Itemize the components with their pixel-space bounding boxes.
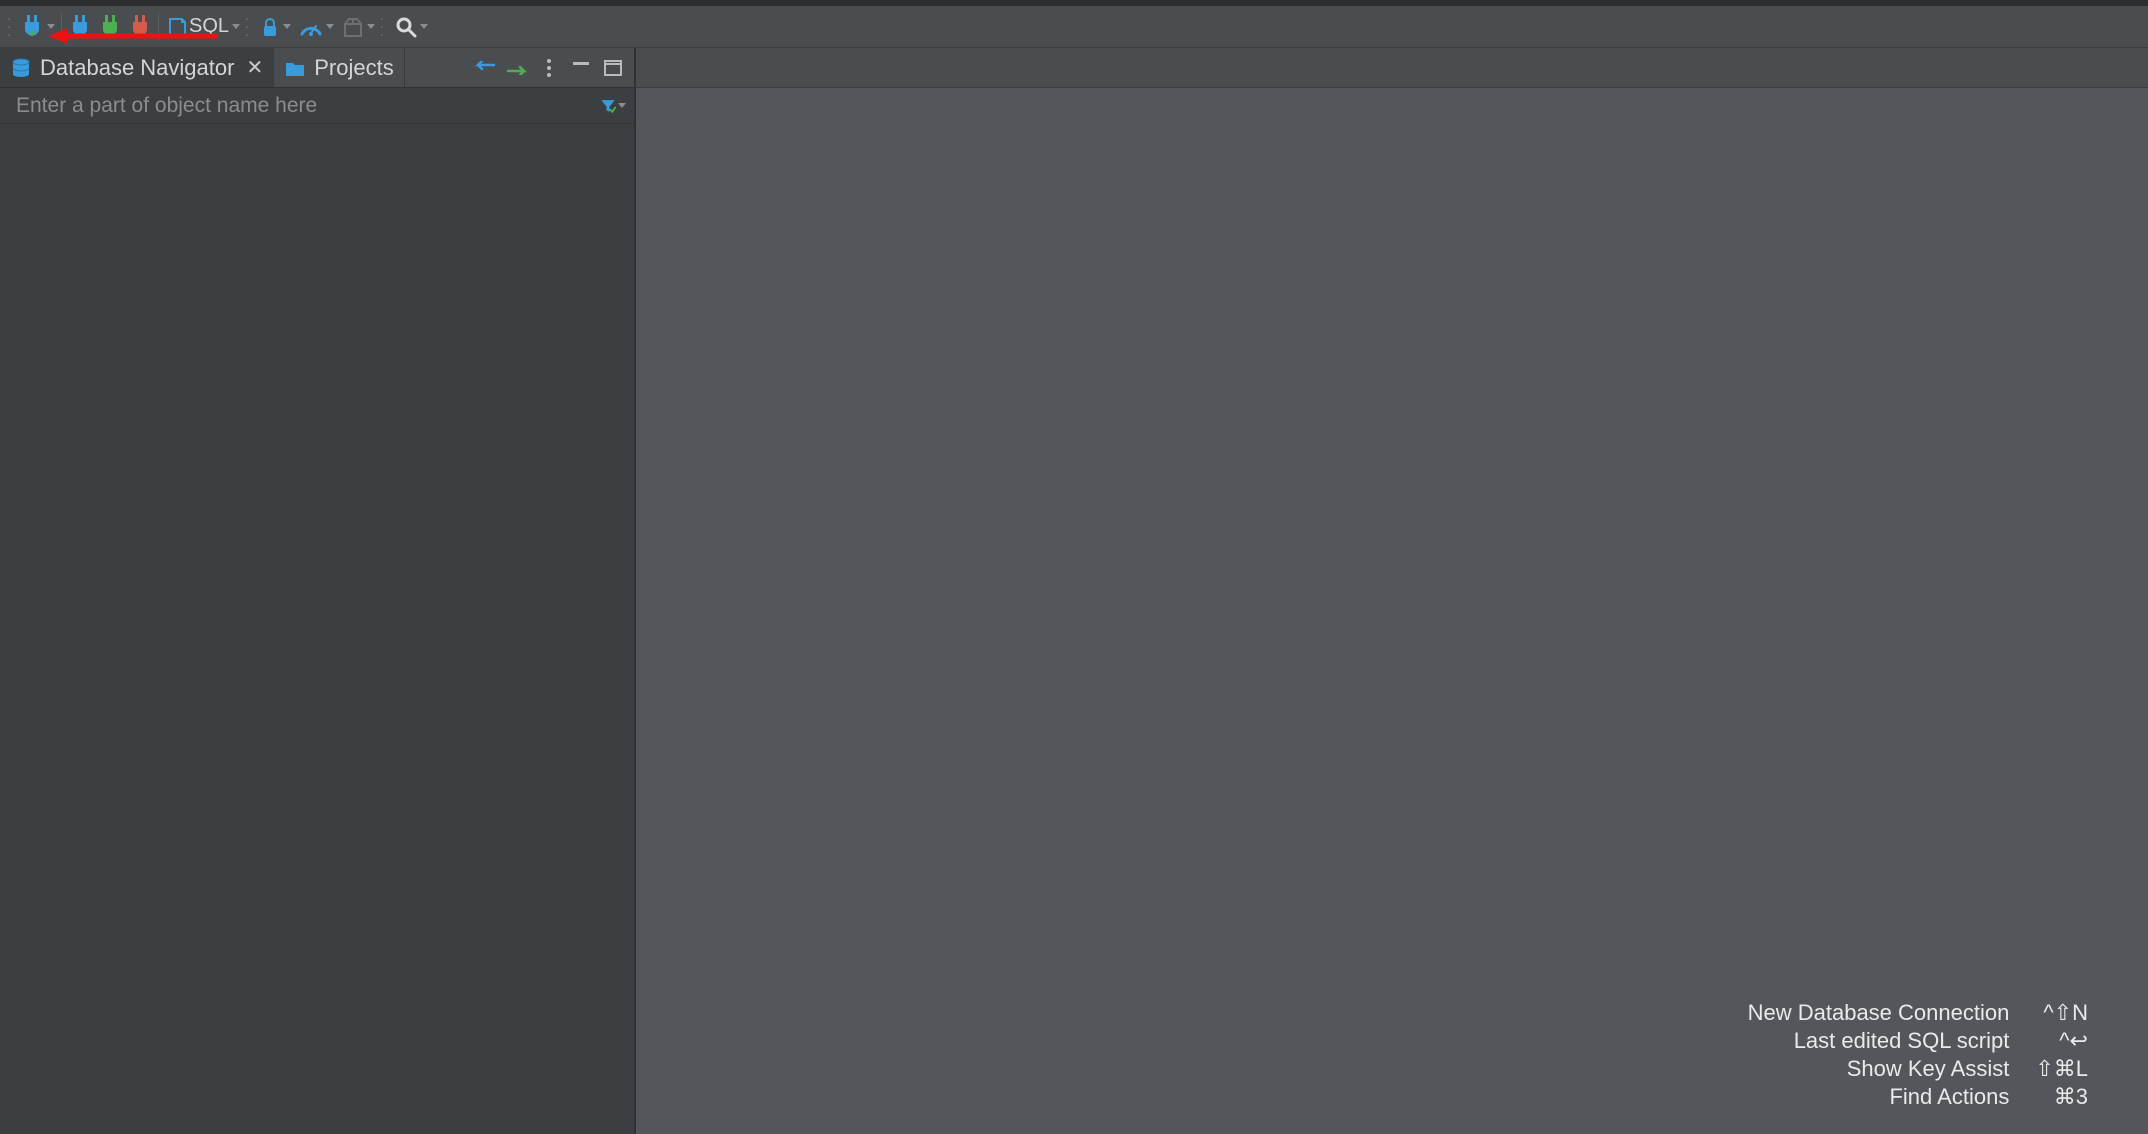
hint-key: ^↩ bbox=[2059, 1028, 2088, 1054]
folder-icon bbox=[284, 57, 306, 79]
disconnect-all-icon bbox=[133, 15, 147, 36]
chevron-down-icon bbox=[47, 24, 55, 29]
sync-arrow-button[interactable] bbox=[504, 55, 530, 81]
database-icon bbox=[10, 57, 32, 79]
tab-projects[interactable]: Projects bbox=[274, 48, 404, 87]
close-icon[interactable]: ✕ bbox=[246, 58, 263, 78]
sql-editor-button[interactable]: SQL bbox=[163, 11, 242, 43]
sql-editor-icon bbox=[170, 19, 185, 36]
tab-label: Database Navigator bbox=[40, 55, 234, 81]
transaction-button[interactable] bbox=[256, 11, 293, 43]
hint-key: ⌘3 bbox=[2054, 1084, 2088, 1110]
sync-arrow-icon bbox=[506, 61, 528, 75]
tab-database-navigator[interactable]: Database Navigator ✕ bbox=[0, 48, 274, 87]
navigator-body[interactable] bbox=[0, 124, 634, 1134]
chevron-down-icon bbox=[232, 24, 240, 29]
filter-input[interactable] bbox=[16, 94, 600, 118]
toolbar-divider bbox=[158, 13, 159, 41]
search-icon bbox=[398, 19, 415, 36]
tabbar: Database Navigator ✕ Projects bbox=[0, 48, 634, 88]
hint-find-actions[interactable]: Find Actions bbox=[1889, 1084, 2009, 1110]
dashboard-button[interactable] bbox=[295, 11, 336, 43]
maximize-icon bbox=[603, 59, 623, 77]
content: Database Navigator ✕ Projects bbox=[0, 48, 2148, 1134]
toolbar-divider bbox=[61, 13, 62, 41]
hint-key: ^⇧N bbox=[2043, 1000, 2088, 1026]
filter-button[interactable] bbox=[600, 93, 626, 119]
hint-new-db-connection[interactable]: New Database Connection bbox=[1748, 1000, 2010, 1026]
minimize-icon bbox=[571, 60, 591, 76]
lock-icon bbox=[264, 19, 276, 36]
minimize-button[interactable] bbox=[568, 55, 594, 81]
link-arrow-icon bbox=[474, 61, 496, 75]
new-connection-button[interactable] bbox=[18, 11, 57, 43]
shortcut-hints: New Database Connection ^⇧N Last edited … bbox=[1748, 1000, 2088, 1110]
tab-label: Projects bbox=[314, 55, 393, 81]
search-button[interactable] bbox=[391, 11, 430, 43]
import-button[interactable] bbox=[338, 11, 377, 43]
toolbar-grip bbox=[381, 18, 383, 36]
disconnect-all-button[interactable] bbox=[126, 11, 154, 43]
new-connection-icon bbox=[25, 15, 39, 36]
view-menu-button[interactable] bbox=[536, 55, 562, 81]
chevron-down-icon bbox=[283, 24, 291, 29]
connect-icon bbox=[73, 15, 87, 36]
disconnect-button[interactable] bbox=[96, 11, 124, 43]
hint-last-sql-script[interactable]: Last edited SQL script bbox=[1794, 1028, 2010, 1054]
toolbar: SQL bbox=[0, 6, 2148, 48]
import-icon bbox=[345, 19, 361, 36]
filter-row bbox=[0, 88, 634, 124]
filter-icon bbox=[600, 96, 616, 116]
maximize-button[interactable] bbox=[600, 55, 626, 81]
editor-area: New Database Connection ^⇧N Last edited … bbox=[636, 48, 2148, 1134]
toolbar-grip bbox=[8, 18, 10, 36]
chevron-down-icon bbox=[420, 24, 428, 29]
hint-show-key-assist[interactable]: Show Key Assist bbox=[1847, 1056, 2010, 1082]
tabbar-tools bbox=[472, 48, 634, 87]
menu-kebab-icon bbox=[547, 59, 551, 77]
editor-body[interactable]: New Database Connection ^⇧N Last edited … bbox=[636, 88, 2148, 1134]
chevron-down-icon bbox=[618, 103, 626, 108]
chevron-down-icon bbox=[326, 24, 334, 29]
left-pane: Database Navigator ✕ Projects bbox=[0, 48, 636, 1134]
connect-button[interactable] bbox=[66, 11, 94, 43]
link-arrow-button[interactable] bbox=[472, 55, 498, 81]
toolbar-grip bbox=[246, 18, 248, 36]
dashboard-icon bbox=[302, 26, 320, 36]
sql-label: SQL bbox=[189, 15, 229, 38]
disconnect-icon bbox=[103, 15, 117, 36]
hint-key: ⇧⌘L bbox=[2035, 1056, 2088, 1082]
editor-topband bbox=[636, 48, 2148, 88]
chevron-down-icon bbox=[367, 24, 375, 29]
